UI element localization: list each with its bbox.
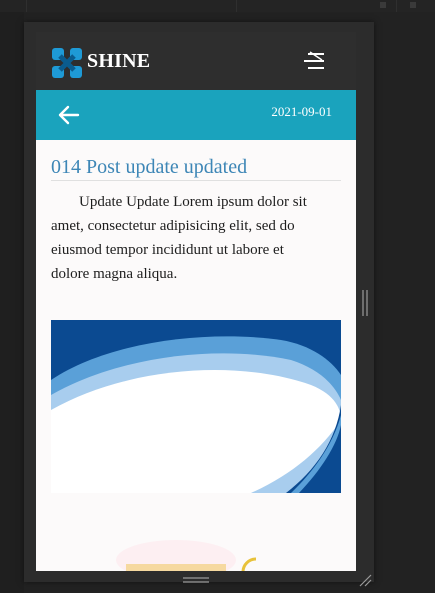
arrow-left-icon[interactable]	[58, 104, 80, 126]
hamburger-menu-icon[interactable]	[302, 50, 328, 72]
top-bar-segment	[0, 0, 27, 12]
post-banner-image	[51, 320, 341, 493]
app-header: SHINE	[36, 32, 356, 90]
top-bar-segment	[236, 0, 397, 12]
window-top-bar	[0, 0, 435, 12]
post-subheader: 2021-09-01	[36, 90, 356, 140]
left-strip	[0, 12, 24, 593]
top-bar-segment	[26, 0, 237, 12]
brand-name: SHINE	[87, 50, 151, 72]
post-date: 2021-09-01	[271, 104, 332, 119]
decorative-illustration	[116, 540, 256, 571]
top-bar-dot	[380, 2, 386, 8]
right-panel	[374, 12, 435, 593]
post-title: 014 Post update updated	[51, 156, 248, 178]
shine-logo-icon	[52, 48, 82, 78]
post-body: Update Update Lorem ipsum dolor sit amet…	[51, 194, 307, 282]
mobile-viewport: SHINE 2021-09-01 014 Post update updated…	[36, 32, 356, 571]
title-divider	[51, 180, 341, 181]
resize-handle-right[interactable]	[361, 290, 369, 316]
top-bar-dot	[410, 2, 416, 8]
resize-corner-grip[interactable]	[358, 573, 372, 587]
resize-handle-bottom[interactable]	[183, 576, 209, 584]
